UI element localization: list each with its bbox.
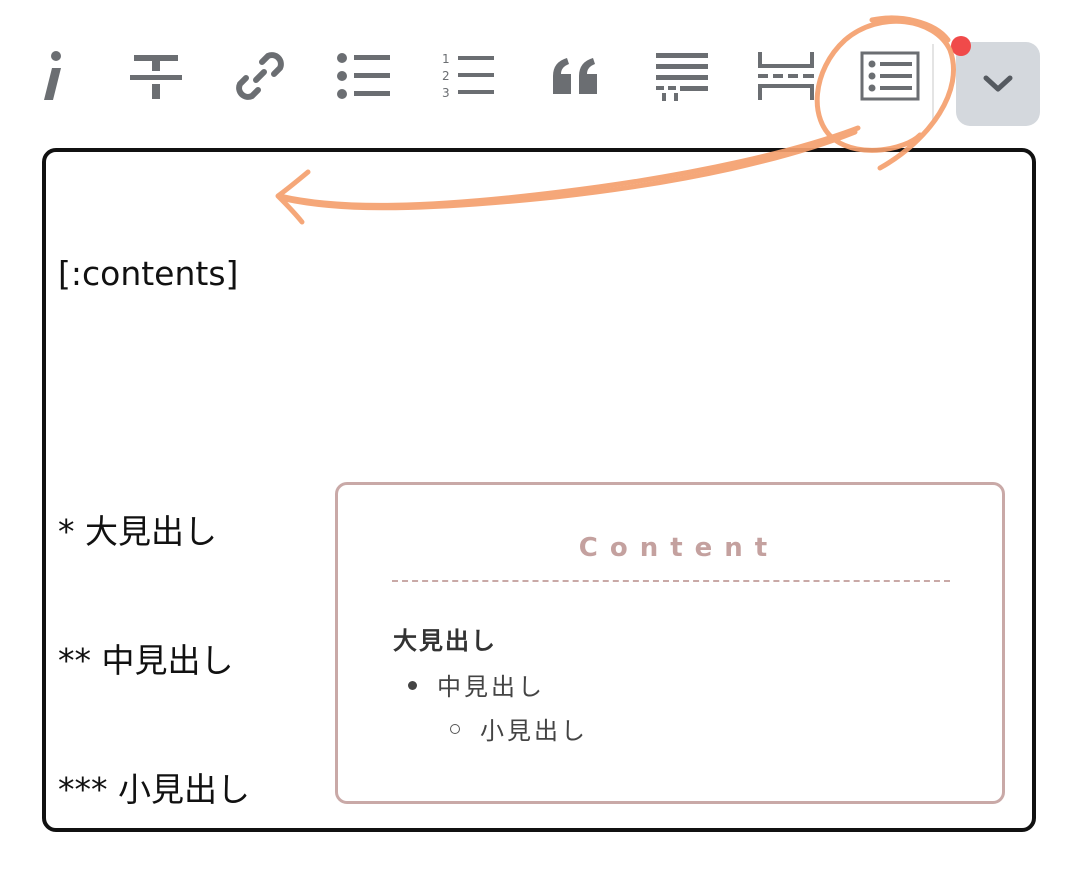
toolbar-divider (932, 44, 934, 120)
toc-separator (392, 580, 950, 582)
toc-item-h2-label: 中見出し (437, 673, 545, 701)
editor-line-contents-tag: [:contents] (58, 254, 239, 293)
quote-icon (553, 58, 597, 94)
page-break-icon (758, 52, 814, 100)
strikethrough-icon (130, 55, 182, 99)
read-more-button[interactable] (642, 36, 722, 116)
link-button[interactable] (220, 36, 300, 116)
more-options-button[interactable] (956, 42, 1040, 126)
bullet-circle-icon (450, 724, 460, 734)
toc-item-h1: 大見出し (393, 627, 497, 655)
link-icon (236, 52, 284, 100)
bullet-disc-icon (408, 680, 417, 690)
editor-content[interactable]: [:contents] * 大見出し ** 中見出し *** 小見出し (58, 166, 250, 870)
toc-title: Content (578, 533, 780, 563)
italic-button[interactable] (12, 36, 92, 116)
table-of-contents-icon (860, 51, 920, 101)
editor-screen: 1 2 3 [:contents] * 大見出し ** 中見出し *** 小見出… (0, 0, 1080, 870)
strikethrough-button[interactable] (116, 36, 196, 116)
numbered-list-number-1: 1 (442, 52, 450, 66)
editor-line-h2: ** 中見出し (58, 641, 234, 680)
toc-item-h3: 小見出し (450, 711, 588, 746)
numbered-list-button[interactable]: 1 2 3 (428, 36, 508, 116)
bulleted-list-button[interactable] (324, 36, 404, 116)
text-editor[interactable]: [:contents] * 大見出し ** 中見出し *** 小見出し Cont… (42, 148, 1036, 832)
toc-item-h2: 中見出し (408, 667, 545, 702)
numbered-list-number-3: 3 (442, 86, 450, 100)
editor-line-blank (58, 381, 250, 424)
formatting-toolbar: 1 2 3 (0, 36, 1080, 128)
notification-dot (951, 36, 971, 56)
editor-line-h1: * 大見出し (58, 512, 217, 551)
italic-icon (44, 51, 61, 100)
table-of-contents-button[interactable] (850, 36, 930, 116)
toc-item-h3-label: 小見出し (480, 717, 588, 745)
numbered-list-number-2: 2 (442, 69, 450, 83)
read-more-icon (656, 53, 708, 101)
numbered-list-icon: 1 2 3 (442, 52, 494, 100)
bulleted-list-icon (337, 53, 390, 99)
table-of-contents-preview: Content 大見出し 中見出し 小見出し (335, 482, 1005, 804)
editor-line-h3: *** 小見出し (58, 770, 250, 809)
chevron-down-icon (983, 75, 1013, 92)
page-break-button[interactable] (746, 36, 826, 116)
quote-button[interactable] (536, 36, 616, 116)
